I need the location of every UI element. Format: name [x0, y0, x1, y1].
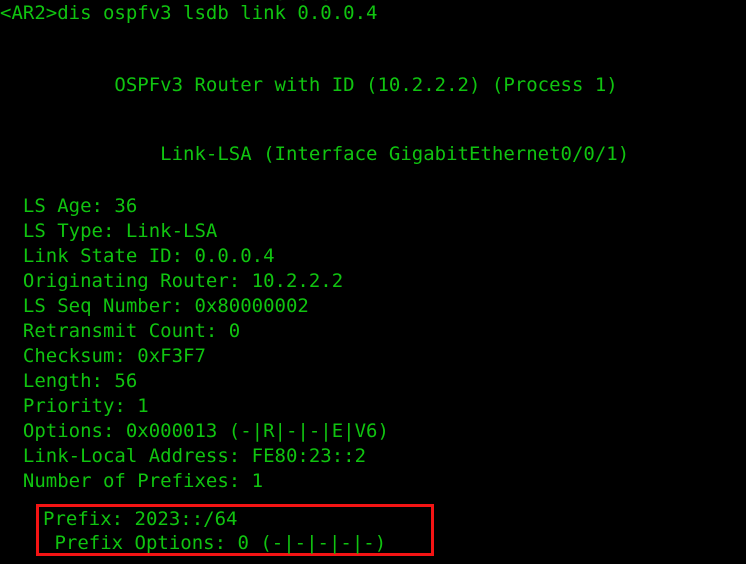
- ospfv3-router-header: OSPFv3 Router with ID (10.2.2.2) (Proces…: [0, 74, 618, 96]
- field-length: Length: 56: [0, 370, 138, 392]
- field-ls-age: LS Age: 36: [0, 195, 138, 217]
- field-checksum: Checksum: 0xF3F7: [0, 345, 206, 367]
- command-prompt-line: <AR2>dis ospfv3 lsdb link 0.0.0.4: [0, 2, 378, 24]
- highlighted-prefix-region: Prefix: 2023::/64 Prefix Options: 0 (-|-…: [36, 504, 434, 556]
- field-options: Options: 0x000013 (-|R|-|-|E|V6): [0, 420, 389, 442]
- field-number-of-prefixes: Number of Prefixes: 1: [0, 470, 264, 492]
- field-link-local-address: Link-Local Address: FE80:23::2: [0, 445, 367, 467]
- field-retransmit-count: Retransmit Count: 0: [0, 320, 241, 342]
- terminal-output-screen[interactable]: 0.0.0.4 <AR2>dis ospfv3 lsdb link 0.0.0.…: [0, 0, 746, 564]
- field-priority: Priority: 1: [0, 395, 149, 417]
- field-prefix: Prefix: 2023::/64: [43, 508, 238, 530]
- field-prefix-options: Prefix Options: 0 (-|-|-|-|-): [43, 532, 387, 554]
- field-ls-type: LS Type: Link-LSA: [0, 220, 218, 242]
- field-ls-seq-number: LS Seq Number: 0x80000002: [0, 295, 309, 317]
- field-link-state-id: Link State ID: 0.0.0.4: [0, 245, 275, 267]
- link-lsa-interface-header: Link-LSA (Interface GigabitEthernet0/0/1…: [0, 143, 630, 165]
- field-originating-router: Originating Router: 10.2.2.2: [0, 270, 344, 292]
